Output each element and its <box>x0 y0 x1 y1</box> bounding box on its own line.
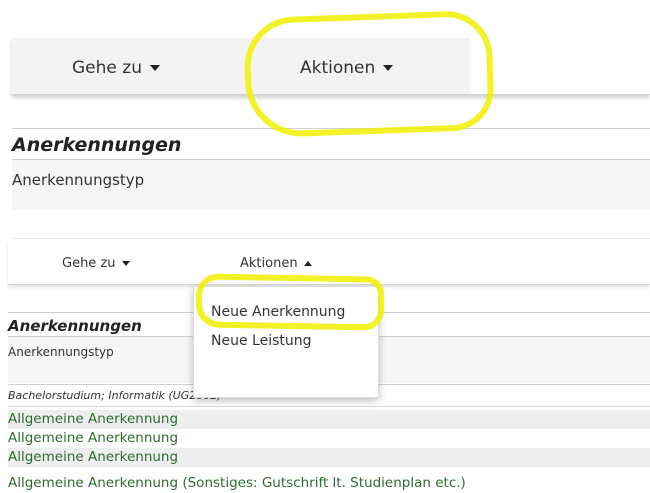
actions-label: Aktionen <box>240 256 298 271</box>
list-item[interactable]: Allgemeine Anerkennung <box>8 410 650 429</box>
column-header-type: Anerkennungstyp <box>12 171 145 189</box>
toolbar-empty-area <box>470 38 650 94</box>
actions-menu-button[interactable]: Aktionen <box>240 256 312 271</box>
highlight-annotation <box>195 273 385 331</box>
caret-up-icon <box>303 261 312 266</box>
list-item[interactable]: Allgemeine Anerkennung <box>8 429 650 448</box>
column-header-type: Anerkennungstyp <box>8 345 114 359</box>
divider <box>12 238 650 239</box>
highlight-annotation <box>242 9 496 139</box>
goto-label: Gehe zu <box>72 58 142 78</box>
page-title: Anerkennungen <box>8 317 142 335</box>
caret-down-icon <box>121 261 130 266</box>
list-item[interactable]: Allgemeine Anerkennung (Sonstiges: Gutsc… <box>8 474 650 493</box>
divider <box>12 159 650 160</box>
divider <box>8 406 650 407</box>
list-item[interactable]: Allgemeine Anerkennung <box>8 448 650 467</box>
goto-menu-button[interactable]: Gehe zu <box>62 256 130 271</box>
goto-menu-button[interactable]: Gehe zu <box>72 58 160 78</box>
menu-item-new-achievement[interactable]: Neue Leistung <box>211 333 312 349</box>
page-title: Anerkennungen <box>12 134 182 156</box>
goto-label: Gehe zu <box>62 256 116 271</box>
caret-down-icon <box>149 65 160 71</box>
study-program-label: Bachelorstudium; Informatik (UG2002) <box>8 389 222 402</box>
